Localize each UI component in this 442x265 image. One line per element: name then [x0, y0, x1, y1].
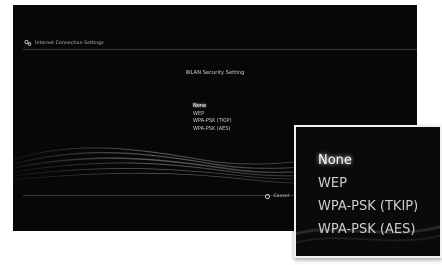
network-settings-icon: [24, 40, 32, 46]
header: Internet Connection Settings: [23, 36, 104, 50]
zoom-option-none: None: [318, 153, 352, 168]
zoom-option-wpa-psk-tkip: WPA-PSK (TKIP): [318, 199, 419, 214]
option-wpa-psk-tkip[interactable]: WPA-PSK (TKIP): [193, 118, 232, 126]
circle-button-icon: [265, 194, 271, 199]
zoom-option-wpa-psk-aes: WPA-PSK (AES): [318, 222, 416, 237]
stage: Internet Connection Settings WLAN Securi…: [0, 0, 442, 265]
security-options-list: None WEP WPA-PSK (TKIP) WPA-PSK (AES): [193, 103, 232, 133]
header-title: Internet Connection Settings: [35, 40, 104, 46]
zoom-option-wep: WEP: [318, 176, 347, 191]
cancel-label: Cancel: [273, 194, 289, 199]
dialog-title: WLAN Security Setting: [185, 70, 245, 76]
cancel-button[interactable]: Cancel: [265, 194, 289, 199]
zoomed-options-callout: None WEP WPA-PSK (TKIP) WPA-PSK (AES): [294, 125, 442, 258]
option-wep[interactable]: WEP: [193, 111, 232, 119]
option-wpa-psk-aes[interactable]: WPA-PSK (AES): [193, 126, 232, 134]
option-none[interactable]: None: [193, 103, 232, 111]
header-divider: [23, 49, 417, 50]
zoomed-security-options-list: None WEP WPA-PSK (TKIP) WPA-PSK (AES): [318, 149, 418, 241]
